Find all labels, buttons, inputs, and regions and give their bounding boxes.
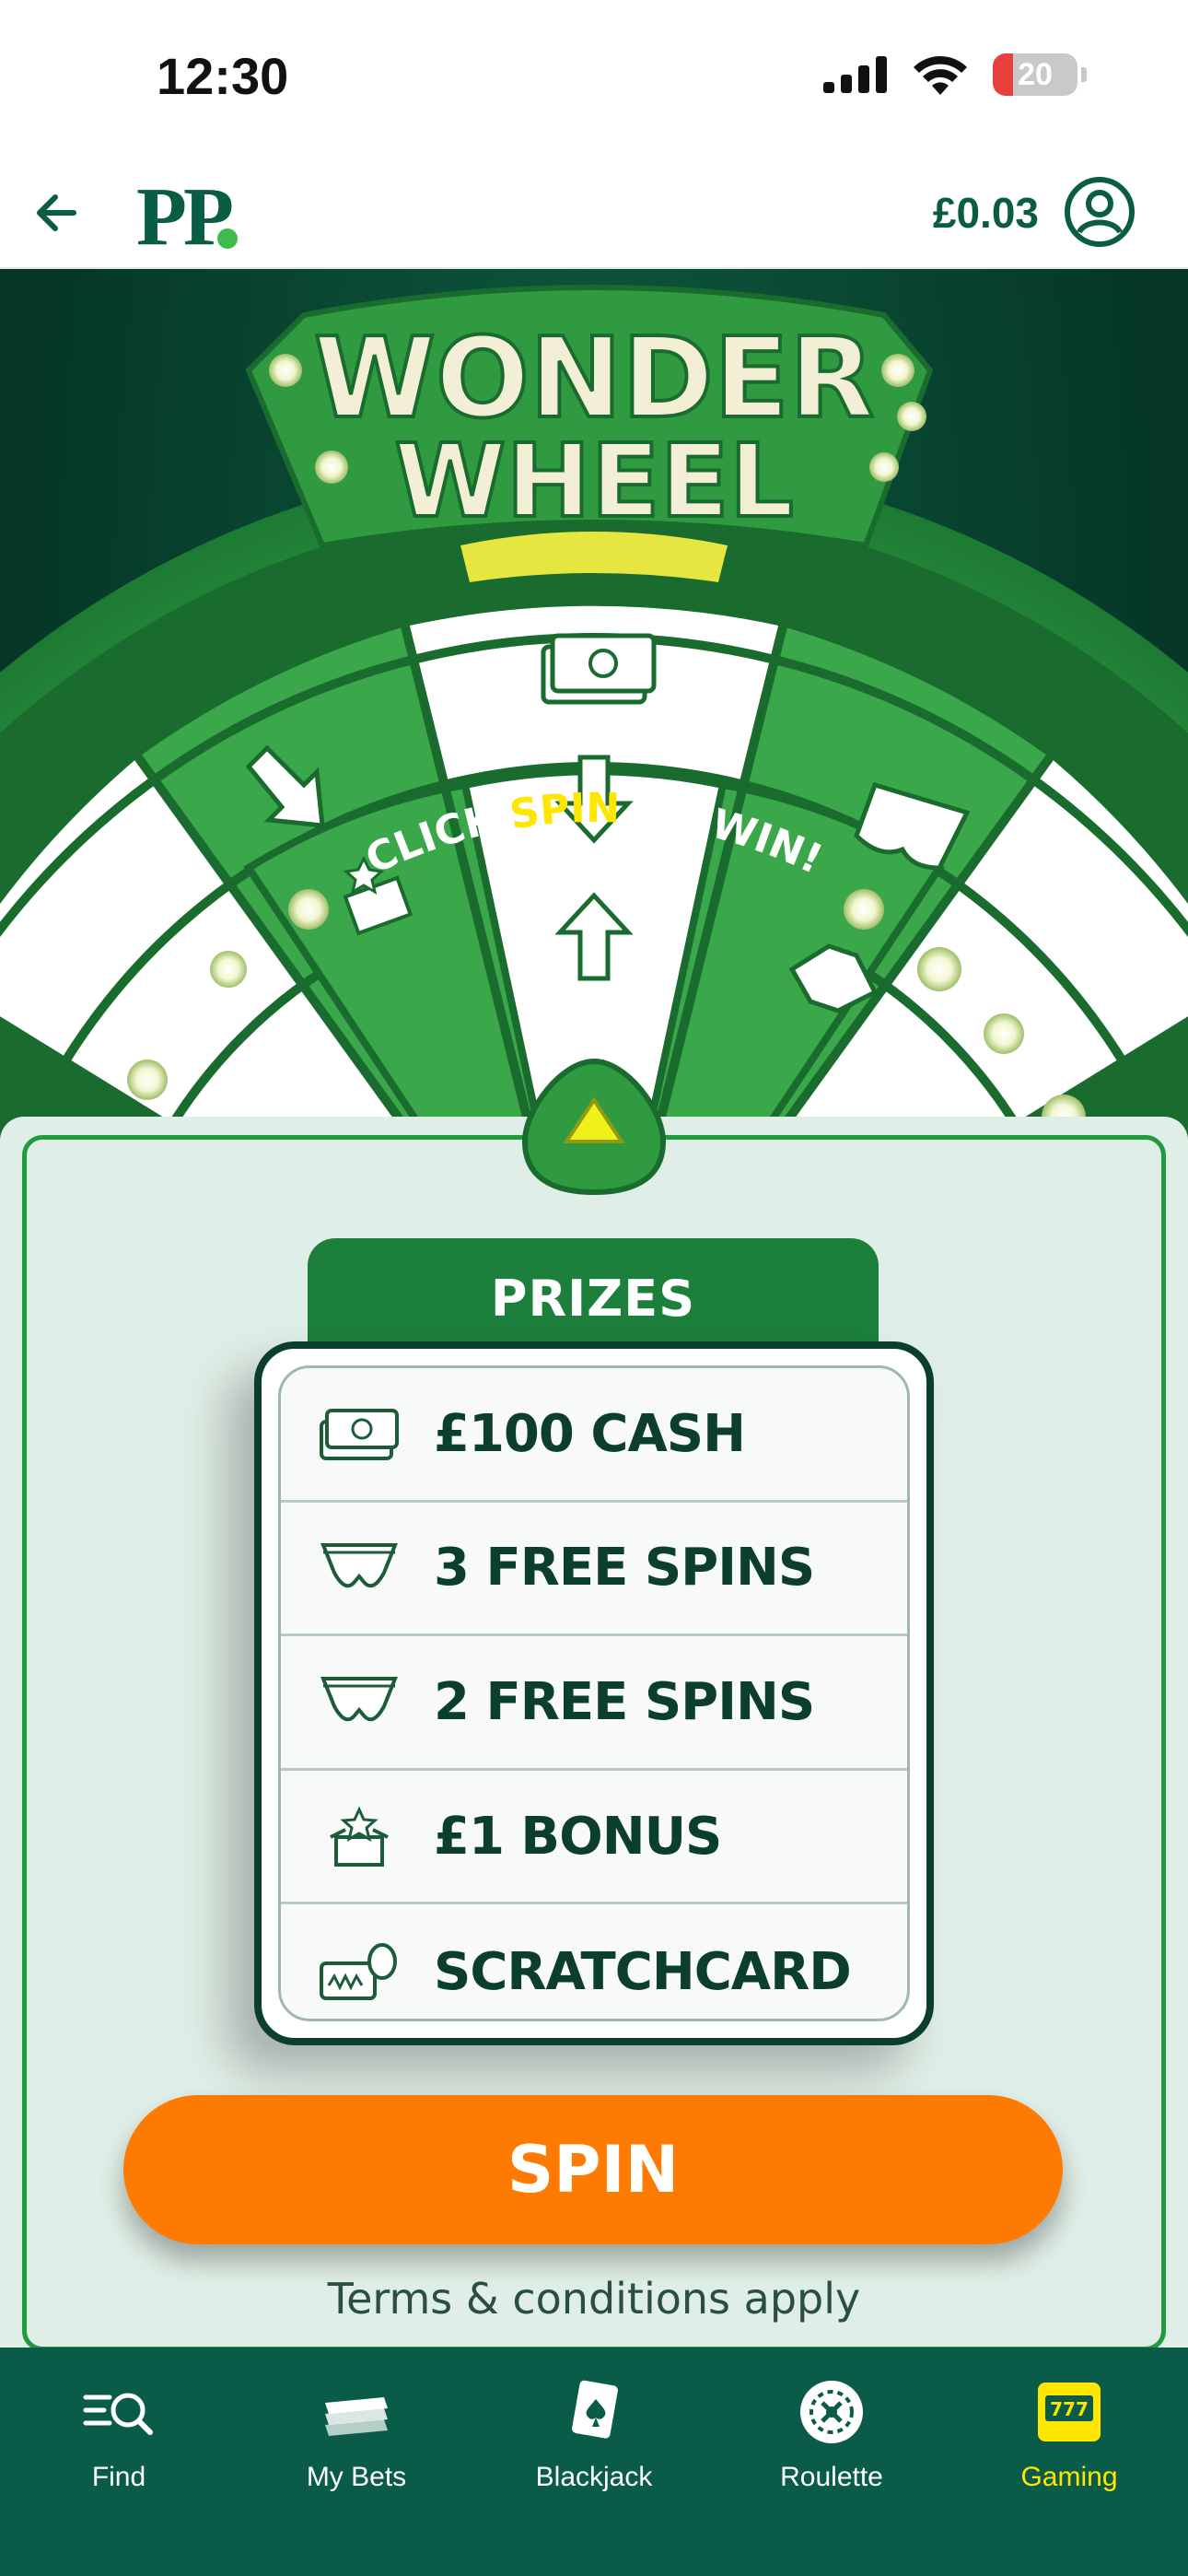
nav-item-find[interactable]: Find (0, 2348, 238, 2576)
account-balance[interactable]: £0.03 (933, 188, 1039, 238)
logo-dot (217, 228, 238, 249)
bets-icon (325, 2397, 388, 2436)
status-icons: 20 (823, 53, 1087, 96)
prize-label: 3 FREE SPINS (434, 1538, 815, 1598)
battery-level: 20 (1018, 56, 1053, 92)
prize-item: 2 FREE SPINS (281, 1636, 907, 1771)
nav-label: My Bets (306, 2462, 407, 2492)
battery-icon: 20 (993, 53, 1077, 96)
roulette-icon (800, 2381, 863, 2443)
cash-icon (541, 633, 657, 705)
spin-button-label: SPIN (507, 2132, 680, 2207)
prize-label: 2 FREE SPINS (434, 1671, 815, 1732)
wifi-icon (914, 55, 967, 95)
brand-logo[interactable]: PP (136, 170, 234, 264)
terms-link[interactable]: Terms & conditions apply (0, 2274, 1188, 2324)
nav-label: Roulette (780, 2462, 883, 2492)
nav-label: Blackjack (535, 2462, 653, 2492)
prize-item: £100 CASH (281, 1368, 907, 1503)
prize-wheel: CLICK SPIN TO WIN! WONDER WHEEL (0, 285, 1188, 1153)
prize-label: £100 CASH (434, 1403, 746, 1464)
nav-item-gaming[interactable]: 777 Gaming (950, 2348, 1188, 2576)
prize-label: SCRATCHCARD (434, 1941, 852, 2002)
find-icon (83, 2393, 153, 2435)
nav-label: Gaming (1020, 2462, 1118, 2492)
gift-box-icon (330, 1806, 389, 1868)
nav-label: Find (91, 2462, 146, 2492)
prize-list-card: £100 CASH 3 FREE SPINS 2 FREE SPINS £1 B… (254, 1341, 934, 2045)
title-line2: WHEEL (394, 422, 794, 540)
wonder-wheel-game: CLICK SPIN TO WIN! WONDER WHEEL PRIZES £… (0, 269, 1188, 2348)
nav-item-blackjack[interactable]: Blackjack (475, 2348, 713, 2576)
signal-icon (823, 56, 887, 93)
wheel-pointer-icon (521, 1058, 667, 1196)
spin-button[interactable]: SPIN (123, 2095, 1063, 2244)
nav-item-my-bets[interactable]: My Bets (238, 2348, 475, 2576)
prize-label: £1 BONUS (434, 1806, 722, 1867)
account-icon[interactable] (1063, 175, 1136, 249)
back-arrow-icon[interactable] (26, 181, 90, 245)
bottom-nav: Find My Bets Blackjack Roulette 777 Gami… (0, 2348, 1188, 2576)
slot-machine-icon: 777 (1038, 2383, 1101, 2441)
prize-list: £100 CASH 3 FREE SPINS 2 FREE SPINS £1 B… (278, 1365, 910, 2021)
scratchcard-icon (320, 1943, 397, 2001)
prize-item: £1 BONUS (281, 1771, 907, 1905)
prizes-header: PRIZES (308, 1238, 879, 1358)
blackjack-icon (572, 2380, 618, 2439)
pants-icon (320, 1542, 398, 1588)
cash-icon (320, 1409, 399, 1461)
svg-text:777: 777 (1050, 2398, 1089, 2420)
prizes-header-label: PRIZES (490, 1269, 696, 1328)
prize-item: SCRATCHCARD (281, 1904, 907, 2019)
prize-item: 3 FREE SPINS (281, 1503, 907, 1637)
status-bar: 12:30 20 (0, 0, 1188, 157)
app-header: PP £0.03 (0, 157, 1188, 269)
pants-icon (320, 1677, 398, 1722)
status-time: 12:30 (157, 47, 289, 105)
nav-item-roulette[interactable]: Roulette (713, 2348, 950, 2576)
